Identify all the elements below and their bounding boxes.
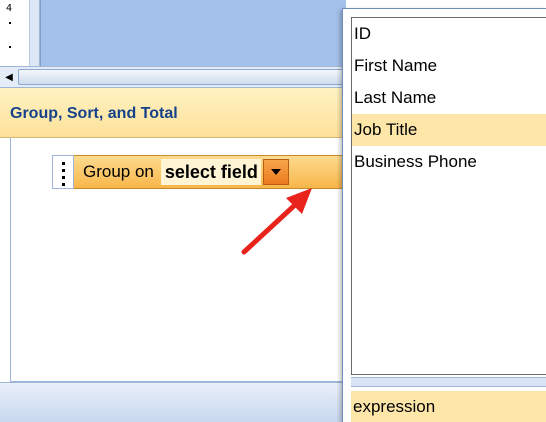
field-list-dropdown: ID First Name Last Name Job Title Busine… <box>342 8 546 422</box>
field-listbox: ID First Name Last Name Job Title Busine… <box>351 17 546 375</box>
horizontal-scrollbar[interactable]: ◀ <box>0 66 346 88</box>
field-option-id[interactable]: ID <box>352 18 546 50</box>
grip-dot <box>62 183 65 186</box>
grip-dot <box>62 162 65 165</box>
scroll-left-button[interactable]: ◀ <box>0 67 18 87</box>
ruler-edge <box>30 0 40 66</box>
red-arrow-icon <box>241 188 312 255</box>
list-separator <box>351 377 546 387</box>
triangle-down-icon <box>270 169 281 175</box>
field-option-first-name[interactable]: First Name <box>352 50 546 82</box>
grip-dots-icon[interactable] <box>52 155 74 189</box>
pane-title: Group, Sort, and Total <box>10 105 178 122</box>
expression-option[interactable]: expression <box>351 391 546 422</box>
vertical-ruler: 4 <box>0 0 30 66</box>
grip-dot <box>62 169 65 172</box>
field-option-job-title[interactable]: Job Title <box>352 114 546 146</box>
ruler-mark: 4 <box>6 3 13 14</box>
field-option-last-name[interactable]: Last Name <box>352 82 546 114</box>
grip-dot <box>62 176 65 179</box>
ruler-tick <box>9 46 11 48</box>
group-sort-total-header: Group, Sort, and Total <box>0 88 346 138</box>
pane-bottom-strip <box>0 382 346 422</box>
scrollbar-thumb[interactable] <box>18 69 346 85</box>
field-option-business-phone[interactable]: Business Phone <box>352 146 546 178</box>
ruler-tick <box>9 22 11 24</box>
report-design-surface[interactable] <box>40 0 346 66</box>
group-on-label: Group on <box>83 162 154 181</box>
triangle-left-icon: ◀ <box>5 71 13 83</box>
